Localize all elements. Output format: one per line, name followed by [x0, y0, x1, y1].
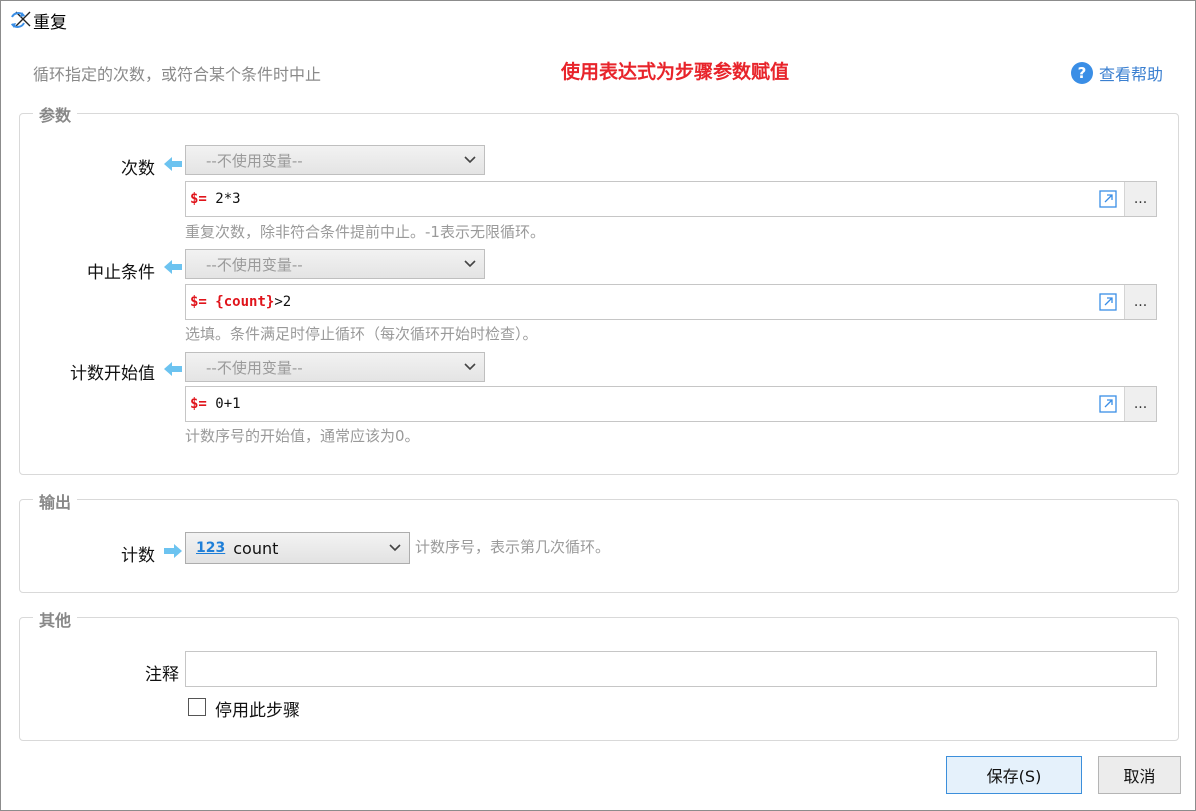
counter-start-expression-text: $= 0+1 — [186, 396, 1092, 412]
count-expression-input[interactable]: $= 2*3 ... — [185, 181, 1157, 217]
open-editor-button[interactable] — [1092, 387, 1124, 421]
count-variable-value: --不使用变量-- — [206, 151, 303, 170]
arrow-right-icon — [164, 544, 182, 558]
disable-step-label[interactable]: 停用此步骤 — [215, 696, 300, 721]
counter-start-variable-value: --不使用变量-- — [206, 358, 303, 377]
arrow-left-icon — [164, 157, 182, 171]
expr-value: 2*3 — [215, 191, 241, 207]
count-variable-select[interactable]: --不使用变量-- — [185, 145, 485, 175]
counter-start-expression-input[interactable]: $= 0+1 ... — [185, 386, 1157, 422]
window-title: 重复 — [33, 13, 67, 33]
expr-prefix: $= — [190, 294, 207, 310]
stop-condition-variable-select[interactable]: --不使用变量-- — [185, 249, 485, 279]
counter-start-hint: 计数序号的开始值，通常应该为0。 — [185, 427, 420, 445]
other-legend: 其他 — [33, 607, 78, 631]
stop-condition-hint: 选填。条件满足时停止循环（每次循环开始时检查）。 — [185, 325, 538, 343]
help-label: 查看帮助 — [1099, 65, 1164, 84]
chevron-down-icon — [389, 544, 401, 552]
comment-input[interactable] — [185, 651, 1157, 687]
chevron-down-icon — [464, 156, 476, 164]
expr-variable: {count} — [215, 294, 275, 310]
arrow-left-icon — [164, 260, 182, 274]
help-icon: ? — [1071, 62, 1093, 84]
save-button[interactable]: 保存(S) — [946, 756, 1082, 794]
output-variable-value: count — [233, 538, 279, 558]
chevron-down-icon — [464, 260, 476, 268]
open-editor-button[interactable] — [1092, 182, 1124, 216]
count-hint: 重复次数，除非符合条件提前中止。-1表示无限循环。 — [185, 223, 545, 241]
stop-condition-label: 中止条件 — [87, 263, 155, 283]
dialog-description: 循环指定的次数，或符合某个条件时中止 — [33, 65, 322, 84]
counter-start-variable-select[interactable]: --不使用变量-- — [185, 352, 485, 382]
number-type-icon: 123 — [196, 540, 226, 556]
arrow-left-icon — [164, 362, 182, 376]
stop-condition-expression-input[interactable]: $= {count}>2 ... — [185, 284, 1157, 320]
repeat-dialog: 重复 循环指定的次数，或符合某个条件时中止 使用表达式为步骤参数赋值 ? 查看帮… — [0, 0, 1196, 811]
chevron-down-icon — [464, 363, 476, 371]
disable-step-checkbox[interactable] — [188, 698, 206, 716]
count-label: 次数 — [121, 159, 155, 179]
more-button[interactable]: ... — [1124, 285, 1156, 319]
output-hint: 计数序号，表示第几次循环。 — [415, 538, 611, 556]
counter-start-label: 计数开始值 — [70, 364, 155, 384]
expr-prefix: $= — [190, 191, 207, 207]
output-legend: 输出 — [33, 489, 78, 513]
expr-value: 0+1 — [215, 396, 241, 412]
more-button[interactable]: ... — [1124, 387, 1156, 421]
repeat-icon — [11, 12, 25, 28]
help-link[interactable]: ? 查看帮助 — [1071, 61, 1163, 85]
output-count-label: 计数 — [121, 546, 155, 566]
more-button[interactable]: ... — [1124, 182, 1156, 216]
output-variable-select[interactable]: 123 count — [185, 532, 410, 564]
expr-prefix: $= — [190, 396, 207, 412]
expr-value: >2 — [274, 294, 292, 310]
popout-icon — [1099, 293, 1117, 311]
stop-condition-expression-text: $= {count}>2 — [186, 294, 1092, 310]
count-expression-text: $= 2*3 — [186, 191, 1092, 207]
cancel-button[interactable]: 取消 — [1098, 756, 1181, 794]
stop-condition-variable-value: --不使用变量-- — [206, 255, 303, 274]
params-legend: 参数 — [33, 102, 78, 126]
popout-icon — [1099, 190, 1117, 208]
annotation-headline: 使用表达式为步骤参数赋值 — [561, 61, 790, 83]
popout-icon — [1099, 395, 1117, 413]
comment-label: 注释 — [145, 665, 179, 685]
open-editor-button[interactable] — [1092, 285, 1124, 319]
